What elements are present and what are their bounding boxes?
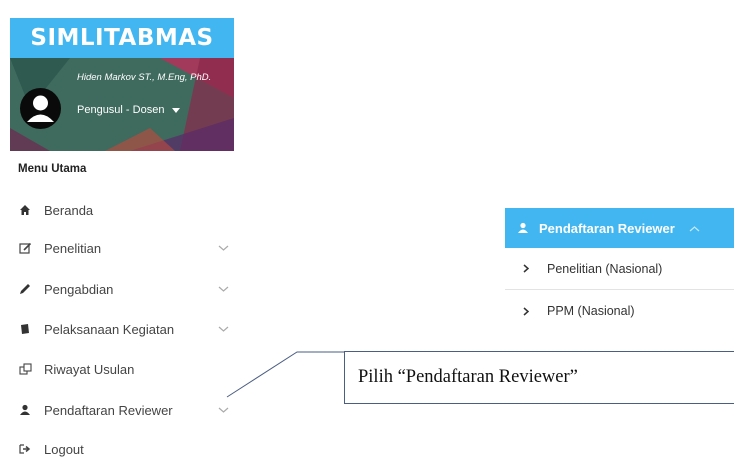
- app-brand[interactable]: SIMLITABMAS: [10, 18, 234, 58]
- sidebar-item-riwayat-usulan[interactable]: Riwayat Usulan: [18, 358, 238, 380]
- avatar: [20, 88, 61, 129]
- chevron-down-icon: [218, 402, 229, 417]
- home-icon: [18, 203, 32, 217]
- caret-down-icon: [172, 107, 181, 113]
- sidebar-item-label: Logout: [44, 441, 84, 457]
- sidebar-item-pendaftaran-reviewer[interactable]: Pendaftaran Reviewer: [18, 399, 238, 421]
- chevron-right-icon: [523, 264, 529, 273]
- sidebar-item-logout[interactable]: Logout: [18, 438, 238, 460]
- sidebar-item-penelitian[interactable]: Penelitian: [18, 237, 238, 259]
- menu-title: Menu Utama: [18, 163, 87, 175]
- history-icon: [18, 362, 32, 376]
- user-role-label: Pengusul - Dosen: [77, 104, 165, 116]
- sidebar-item-pelaksanaan-kegiatan[interactable]: Pelaksanaan Kegiatan: [18, 318, 238, 340]
- callout-text: Pilih “Pendaftaran Reviewer”: [358, 367, 578, 387]
- sidebar-item-label: Pengabdian: [44, 281, 114, 297]
- dropdown-item-ppm-nasional[interactable]: PPM (Nasional): [505, 290, 734, 332]
- sidebar-item-pengabdian[interactable]: Pengabdian: [18, 278, 238, 300]
- sidebar-item-label: Beranda: [44, 202, 94, 218]
- user-profile-panel: Hiden Markov ST., M.Eng, PhD. Pengusul -…: [10, 58, 234, 151]
- sidebar-item-label: Penelitian: [44, 240, 102, 256]
- dropdown-item-penelitian-nasional[interactable]: Penelitian (Nasional): [505, 248, 734, 290]
- chevron-right-icon: [523, 306, 529, 316]
- book-icon: [18, 322, 32, 336]
- chevron-up-icon: [689, 221, 700, 236]
- dropdown-item-label: PPM (Nasional): [547, 304, 635, 318]
- sidebar-item-label: Pendaftaran Reviewer: [44, 402, 173, 418]
- sidebar-item-label: Riwayat Usulan: [44, 361, 135, 377]
- user-icon: [517, 222, 529, 234]
- chevron-down-icon: [218, 281, 229, 296]
- sidebar-header: SIMLITABMAS Hiden Markov ST., M.Eng, PhD…: [10, 18, 234, 151]
- user-role-dropdown[interactable]: Pengusul - Dosen: [77, 104, 181, 116]
- sidebar-item-label: Pelaksanaan Kegiatan: [44, 321, 175, 337]
- pencil-icon: [18, 282, 32, 296]
- user-icon: [18, 403, 32, 417]
- user-name: Hiden Markov ST., M.Eng, PhD.: [77, 72, 212, 83]
- dropdown-item-label: Penelitian (Nasional): [547, 261, 663, 276]
- edit-icon: [18, 241, 32, 255]
- reviewer-dropdown-panel: Pendaftaran Reviewer Penelitian (Nasiona…: [505, 208, 734, 332]
- chevron-down-icon: [218, 321, 229, 336]
- logout-icon: [18, 442, 32, 456]
- dropdown-header-pendaftaran-reviewer[interactable]: Pendaftaran Reviewer: [505, 208, 734, 248]
- instruction-callout: Pilih “Pendaftaran Reviewer”: [344, 351, 734, 404]
- sidebar-item-beranda[interactable]: Beranda: [18, 199, 238, 221]
- dropdown-header-label: Pendaftaran Reviewer: [539, 220, 675, 236]
- chevron-down-icon: [218, 240, 229, 255]
